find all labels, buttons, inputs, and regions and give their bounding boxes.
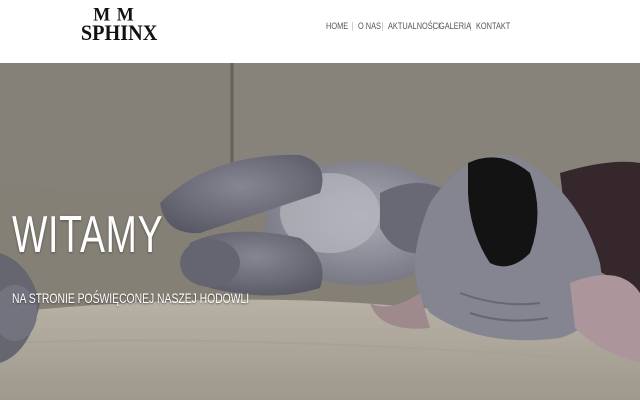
site-logo[interactable]: M M SPHINX: [78, 5, 158, 51]
nav-item-about[interactable]: O NAS: [358, 21, 381, 31]
hero-banner: WITAMY NA STRONIE POŚWIĘCONEJ NASZEJ HOD…: [0, 63, 640, 400]
site-header: M M SPHINX HOME O NAS AKTUALNOŚCI GALERI…: [0, 0, 640, 63]
nav-item-home[interactable]: HOME: [326, 21, 348, 31]
nav-separator: [352, 21, 353, 31]
hero-subtitle: NA STRONIE POŚWIĘCONEJ NASZEJ HODOWLI: [12, 290, 250, 306]
nav-item-gallery[interactable]: GALERIA: [439, 21, 471, 31]
nav-item-contact[interactable]: KONTAKT: [476, 21, 510, 31]
nav-separator: [382, 21, 383, 31]
hero-title: WITAMY: [12, 206, 164, 264]
nav-item-news[interactable]: AKTUALNOŚCI: [388, 21, 440, 31]
main-navigation: HOME O NAS AKTUALNOŚCI GALERIA KONTAKT: [326, 19, 510, 33]
logo-wordmark: SPHINX: [80, 20, 158, 45]
